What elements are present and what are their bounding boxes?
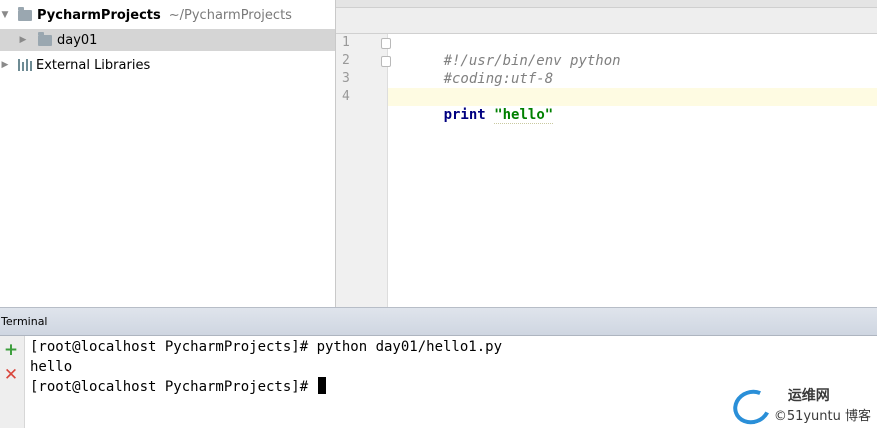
line-number: 2 <box>342 53 350 68</box>
tree-item-day01[interactable]: ▶ day01 <box>0 29 335 51</box>
terminal-prompt-line[interactable]: [root@localhost PycharmProjects]# <box>30 377 326 397</box>
plus-icon[interactable]: + <box>2 341 20 359</box>
terminal-line: hello <box>30 359 73 375</box>
expand-arrow-icon[interactable]: ▼ <box>0 10 10 20</box>
terminal-title: Terminal <box>1 315 48 328</box>
watermark-bottom: ©51yuntu 博客 <box>773 409 871 424</box>
code-line-4: print "hello" <box>388 88 877 124</box>
close-icon[interactable]: ✕ <box>2 366 20 384</box>
tree-root-row[interactable]: ▼ PycharmProjects ~/PycharmProjects <box>0 4 292 26</box>
tree-item-label: External Libraries <box>36 57 151 73</box>
folder-icon <box>38 31 52 46</box>
watermark: 运维网 ©51yuntu 博客 <box>728 384 871 429</box>
tree-item-external-libraries[interactable]: ▶ External Libraries <box>0 54 151 76</box>
collapse-arrow-icon[interactable]: ▶ <box>0 60 10 70</box>
terminal-header: Terminal <box>0 307 877 336</box>
tree-item-label: day01 <box>57 32 98 48</box>
terminal-line: [root@localhost PycharmProjects]# python… <box>30 339 503 355</box>
line-number: 4 <box>342 89 350 104</box>
code-text-area[interactable]: #!/usr/bin/env python #coding:utf-8 prin… <box>388 34 877 307</box>
code-line-1: #!/usr/bin/env python <box>388 34 877 69</box>
collapse-arrow-icon[interactable]: ▶ <box>18 35 28 45</box>
project-path: ~/PycharmProjects <box>168 7 292 23</box>
terminal-prompt: [root@localhost PycharmProjects]# <box>30 379 317 395</box>
terminal-cursor <box>317 377 326 394</box>
code-string: "hello" <box>494 107 554 124</box>
watermark-top: 运维网 <box>787 388 830 404</box>
project-name: PycharmProjects <box>37 7 161 23</box>
code-line-2: #coding:utf-8 <box>388 52 877 87</box>
editor-tab-bar <box>336 0 877 34</box>
watermark-logo-icon <box>728 384 776 429</box>
code-editor[interactable]: 1 2 3 4 #!/usr/bin/env python #coding:ut… <box>336 0 877 307</box>
line-number: 3 <box>342 71 350 86</box>
line-number: 1 <box>342 35 350 50</box>
watermark-text: 运维网 ©51yuntu 博客 <box>774 385 871 424</box>
project-tree-panel: ▼ PycharmProjects ~/PycharmProjects ▶ da… <box>0 0 336 307</box>
folder-icon <box>18 6 32 21</box>
code-keyword: print <box>443 107 486 123</box>
libraries-icon <box>18 59 32 71</box>
line-number-gutter: 1 2 3 4 <box>336 34 391 307</box>
terminal-toolbar: + ✕ <box>0 336 25 428</box>
